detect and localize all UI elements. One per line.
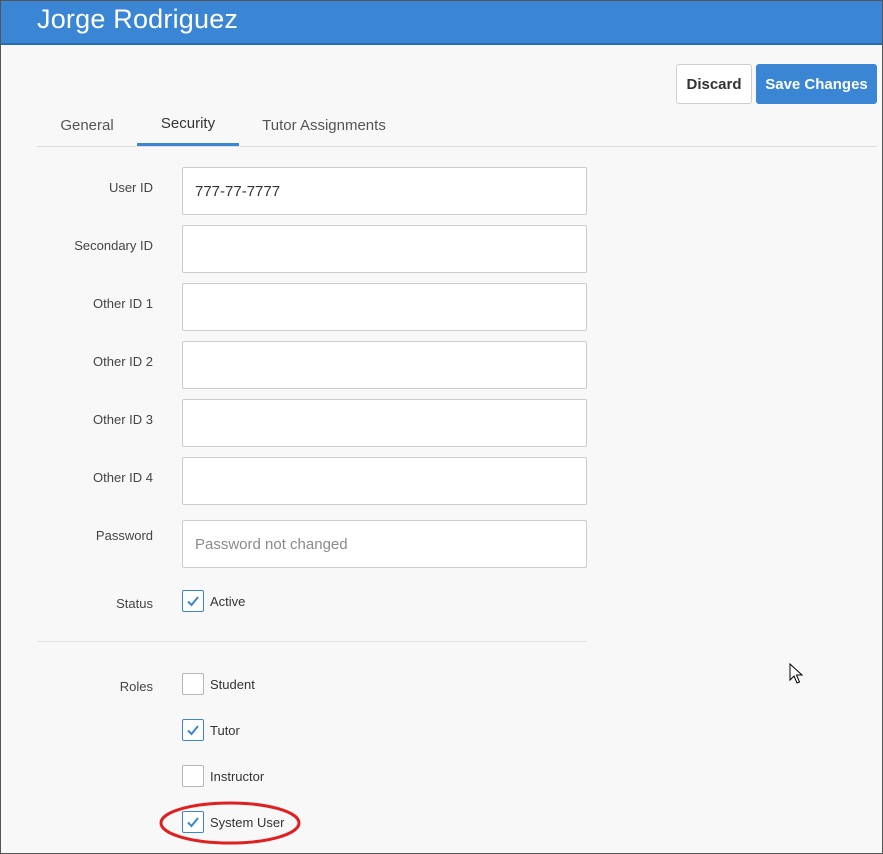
role-student-checkbox-row[interactable]: Student [182,673,255,695]
user-id-input[interactable] [182,167,587,215]
status-active-checkbox[interactable] [182,590,204,612]
tab-bar: General Security Tutor Assignments [37,104,877,147]
section-divider [37,641,587,642]
discard-button[interactable]: Discard [676,64,752,104]
tab-tutor-assignments[interactable]: Tutor Assignments [243,104,405,146]
role-tutor-checkbox-row[interactable]: Tutor [182,719,240,741]
secondary-id-label: Secondary ID [74,238,153,253]
role-student-checkbox[interactable] [182,673,204,695]
mouse-pointer-icon [789,663,804,684]
other-id-1-input[interactable] [182,283,587,331]
password-label: Password [95,528,153,543]
status-active-checkbox-row[interactable]: Active [182,590,245,612]
status-label: Status [116,596,153,611]
other-id-4-label: Other ID 4 [93,470,153,485]
password-input[interactable] [182,520,587,568]
other-id-2-input[interactable] [182,341,587,389]
role-instructor-checkbox-row[interactable]: Instructor [182,765,264,787]
tab-security[interactable]: Security [137,104,239,146]
other-id-3-label: Other ID 3 [93,412,153,427]
checkmark-icon [187,596,199,607]
user-id-label: User ID [108,180,153,195]
checkmark-icon [187,725,199,736]
role-instructor-label: Instructor [210,768,265,784]
other-id-3-input[interactable] [182,399,587,447]
highlight-ellipse-annotation [159,801,301,845]
roles-label: Roles [119,679,153,694]
status-active-label: Active [210,593,246,609]
page-header: Jorge Rodriguez [1,1,882,45]
role-instructor-checkbox[interactable] [182,765,204,787]
role-tutor-checkbox[interactable] [182,719,204,741]
page-title: Jorge Rodriguez [37,4,239,34]
role-tutor-label: Tutor [210,722,240,738]
tab-general[interactable]: General [37,104,137,146]
save-changes-button[interactable]: Save Changes [756,64,877,104]
role-student-label: Student [210,676,255,692]
other-id-4-input[interactable] [182,457,587,505]
other-id-1-label: Other ID 1 [93,296,153,311]
other-id-2-label: Other ID 2 [93,354,153,369]
secondary-id-input[interactable] [182,225,587,273]
